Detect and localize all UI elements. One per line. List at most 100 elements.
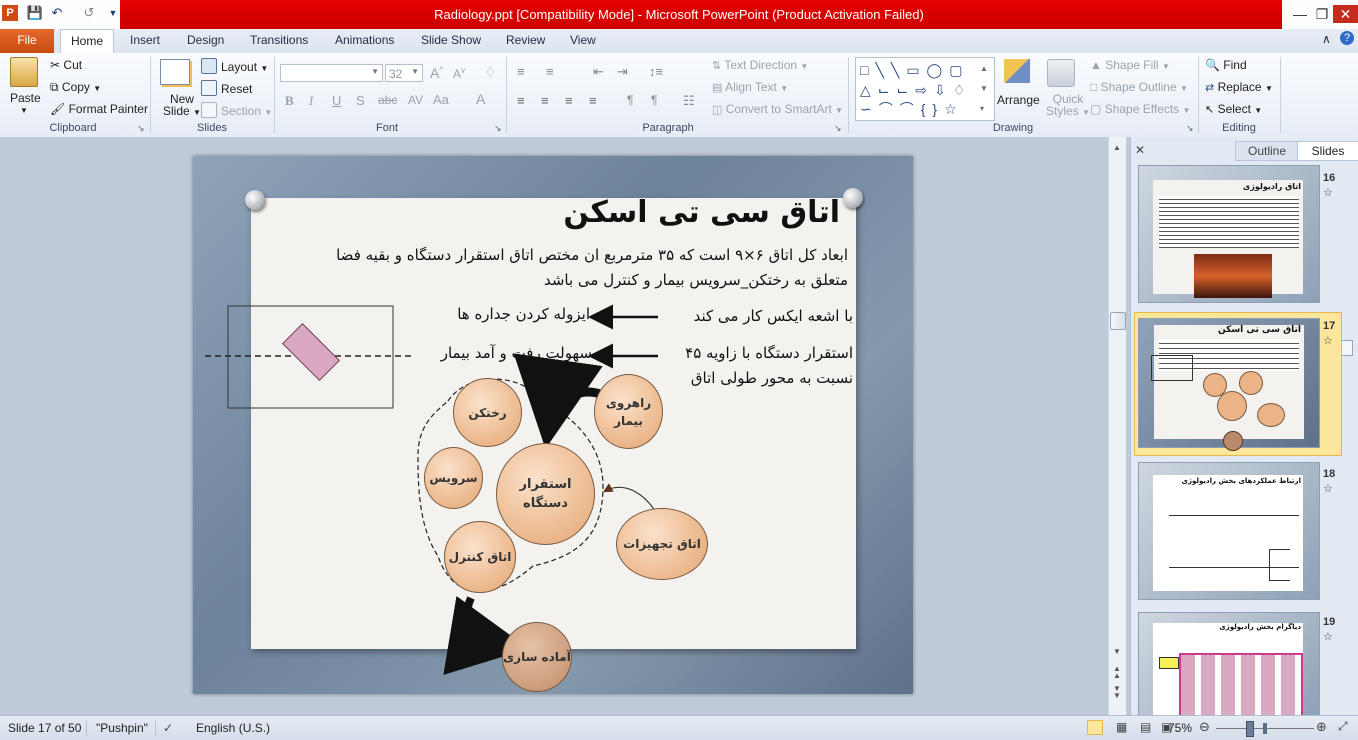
editor-vertical-scrollbar[interactable]: ▲ ▼ ▲ ▲ ▼ ▼: [1108, 137, 1126, 715]
normal-view-icon[interactable]: [1087, 720, 1103, 735]
thumbnail-slide-19[interactable]: دیاگرام بخش رادیولوژی: [1138, 612, 1320, 717]
clipboard-launcher-icon[interactable]: ↘: [137, 123, 145, 134]
close-panel-icon[interactable]: ✕: [1135, 143, 1145, 157]
increase-indent-icon[interactable]: ⇥: [617, 64, 628, 80]
quick-styles-button[interactable]: Quick Styles ▼: [1046, 93, 1090, 119]
ltr-icon[interactable]: ¶: [627, 93, 633, 107]
layout-button[interactable]: Layout ▼: [201, 58, 268, 74]
format-painter-button[interactable]: 🖌 Format Painter: [50, 102, 148, 116]
align-left-icon[interactable]: ≡: [517, 93, 525, 108]
paragraph-launcher-icon[interactable]: ↘: [834, 123, 842, 134]
find-button[interactable]: 🔍 Find: [1205, 58, 1247, 72]
rtl-icon[interactable]: ¶: [651, 93, 657, 107]
shape-fill-button[interactable]: ▲ Shape Fill ▼: [1090, 58, 1170, 72]
cut-button[interactable]: ✂ Cut: [50, 58, 82, 72]
tab-design[interactable]: Design: [187, 33, 224, 47]
slide-sorter-icon[interactable]: ▦: [1116, 720, 1127, 734]
thumbnail-slide-17[interactable]: اتاق سی تی اسکن: [1138, 318, 1320, 451]
slide-indicator[interactable]: Slide 17 of 50: [8, 721, 81, 735]
new-slide-button[interactable]: New Slide ▼: [163, 93, 201, 119]
scroll-down-icon[interactable]: ▼: [1113, 647, 1121, 656]
replace-button[interactable]: ⇄ Replace ▼: [1205, 80, 1273, 94]
reading-view-icon[interactable]: ▤: [1140, 720, 1151, 734]
bullets-icon[interactable]: ≡: [517, 64, 525, 79]
tab-transitions[interactable]: Transitions: [250, 33, 308, 47]
scroll-thumb[interactable]: [1110, 312, 1126, 330]
character-spacing-icon[interactable]: AV: [408, 93, 423, 107]
spell-check-icon[interactable]: ✓: [163, 721, 173, 735]
strikethrough-icon[interactable]: abc: [378, 93, 397, 107]
section-button[interactable]: Section ▼: [201, 102, 272, 118]
zoom-slider-thumb[interactable]: [1246, 721, 1254, 737]
justify-icon[interactable]: ≡: [589, 93, 597, 108]
arrange-button[interactable]: Arrange: [997, 93, 1040, 107]
zoom-in-icon[interactable]: ⊕: [1316, 719, 1327, 735]
zoom-level[interactable]: 75%: [1168, 721, 1192, 735]
tab-review[interactable]: Review: [506, 33, 545, 47]
tab-outline[interactable]: Outline: [1235, 141, 1299, 161]
tab-view[interactable]: View: [570, 33, 596, 47]
circle-dressing-room[interactable]: رختکن: [453, 378, 522, 447]
shape-outline-button[interactable]: □ Shape Outline ▼: [1090, 80, 1188, 94]
underline-icon[interactable]: U: [332, 93, 341, 108]
bold-icon[interactable]: B: [285, 93, 294, 109]
clear-formatting-icon[interactable]: ♢: [484, 64, 497, 81]
grow-font-icon[interactable]: A^: [430, 65, 443, 81]
text-direction-button[interactable]: ⇅ Text Direction ▼: [712, 58, 808, 72]
tab-slide-show[interactable]: Slide Show: [421, 33, 481, 47]
shadow-icon[interactable]: S: [356, 93, 365, 108]
fit-to-window-icon[interactable]: ⤢: [1338, 719, 1348, 734]
paste-button[interactable]: Paste: [10, 91, 41, 105]
language-indicator[interactable]: English (U.S.): [196, 721, 270, 735]
tab-animations[interactable]: Animations: [335, 33, 394, 47]
restore-icon[interactable]: ❐: [1310, 5, 1334, 23]
circle-patient-corridor[interactable]: راهروی بیمار: [594, 374, 663, 449]
align-text-button[interactable]: ▤ Align Text ▼: [712, 80, 788, 94]
italic-icon[interactable]: I: [309, 93, 313, 109]
circle-equipment-room[interactable]: اتاق تجهیزات: [616, 508, 708, 580]
shrink-font-icon[interactable]: Av: [453, 66, 465, 81]
next-slide-icon[interactable]: ▼ ▼: [1113, 685, 1121, 700]
font-name-combobox[interactable]: ▼: [280, 64, 383, 82]
thumbnail-slide-16[interactable]: اتاق رادیولوژی: [1138, 165, 1320, 303]
shapes-gallery[interactable]: □╲╲▭◯▢ △⌙⌙⇨⇩♢ ∽⌒⌒{}☆: [855, 57, 995, 121]
copy-button[interactable]: ⧉ Copy ▼: [50, 80, 101, 95]
shape-effects-button[interactable]: ▢ Shape Effects ▼: [1090, 102, 1190, 116]
circle-preparation[interactable]: آماده سازی: [502, 622, 572, 692]
tab-insert[interactable]: Insert: [130, 33, 160, 47]
scroll-up-icon[interactable]: ▲: [1113, 143, 1121, 152]
tab-file[interactable]: File: [0, 29, 54, 53]
new-slide-icon[interactable]: [160, 59, 190, 85]
change-case-icon[interactable]: Aa: [433, 92, 449, 107]
minimize-ribbon-icon[interactable]: ∧: [1322, 32, 1331, 46]
align-center-icon[interactable]: ≡: [541, 93, 549, 108]
theme-name[interactable]: "Pushpin": [96, 721, 148, 735]
reset-button[interactable]: Reset: [201, 80, 252, 96]
paste-icon[interactable]: [10, 57, 38, 87]
line-spacing-icon[interactable]: ↕≡: [649, 64, 663, 79]
tab-slides[interactable]: Slides: [1297, 141, 1358, 161]
circle-device[interactable]: استقرار دستگاه: [496, 443, 595, 545]
font-launcher-icon[interactable]: ↘: [494, 123, 502, 134]
previous-slide-icon[interactable]: ▲ ▲: [1113, 665, 1121, 680]
convert-smartart-button[interactable]: ◫ Convert to SmartArt ▼: [712, 102, 843, 116]
paste-dropdown-icon[interactable]: ▼: [20, 106, 28, 115]
font-size-combobox[interactable]: 32 ▼: [385, 64, 423, 82]
circle-service[interactable]: سرویس: [424, 447, 483, 509]
drawing-launcher-icon[interactable]: ↘: [1186, 123, 1194, 134]
minimize-icon[interactable]: —: [1288, 5, 1312, 23]
decrease-indent-icon[interactable]: ⇤: [593, 64, 604, 80]
zoom-out-icon[interactable]: ⊖: [1199, 719, 1210, 735]
circle-control-room[interactable]: اتاق کنترل: [444, 521, 516, 593]
quick-styles-icon[interactable]: [1047, 59, 1075, 87]
align-right-icon[interactable]: ≡: [565, 93, 573, 108]
help-icon[interactable]: ?: [1340, 31, 1354, 45]
thumbnail-slide-18[interactable]: ارتباط عملکردهای بخش رادیولوژی: [1138, 462, 1320, 600]
close-icon[interactable]: ✕: [1333, 5, 1358, 23]
arrange-icon[interactable]: [1004, 59, 1030, 83]
tab-home[interactable]: Home: [60, 29, 114, 54]
shapes-scroll-icon[interactable]: ▲ ▼ ▾: [980, 59, 988, 119]
columns-icon[interactable]: ☷: [683, 93, 695, 109]
numbering-icon[interactable]: ≡: [546, 64, 554, 79]
font-color-icon[interactable]: A: [476, 91, 485, 107]
